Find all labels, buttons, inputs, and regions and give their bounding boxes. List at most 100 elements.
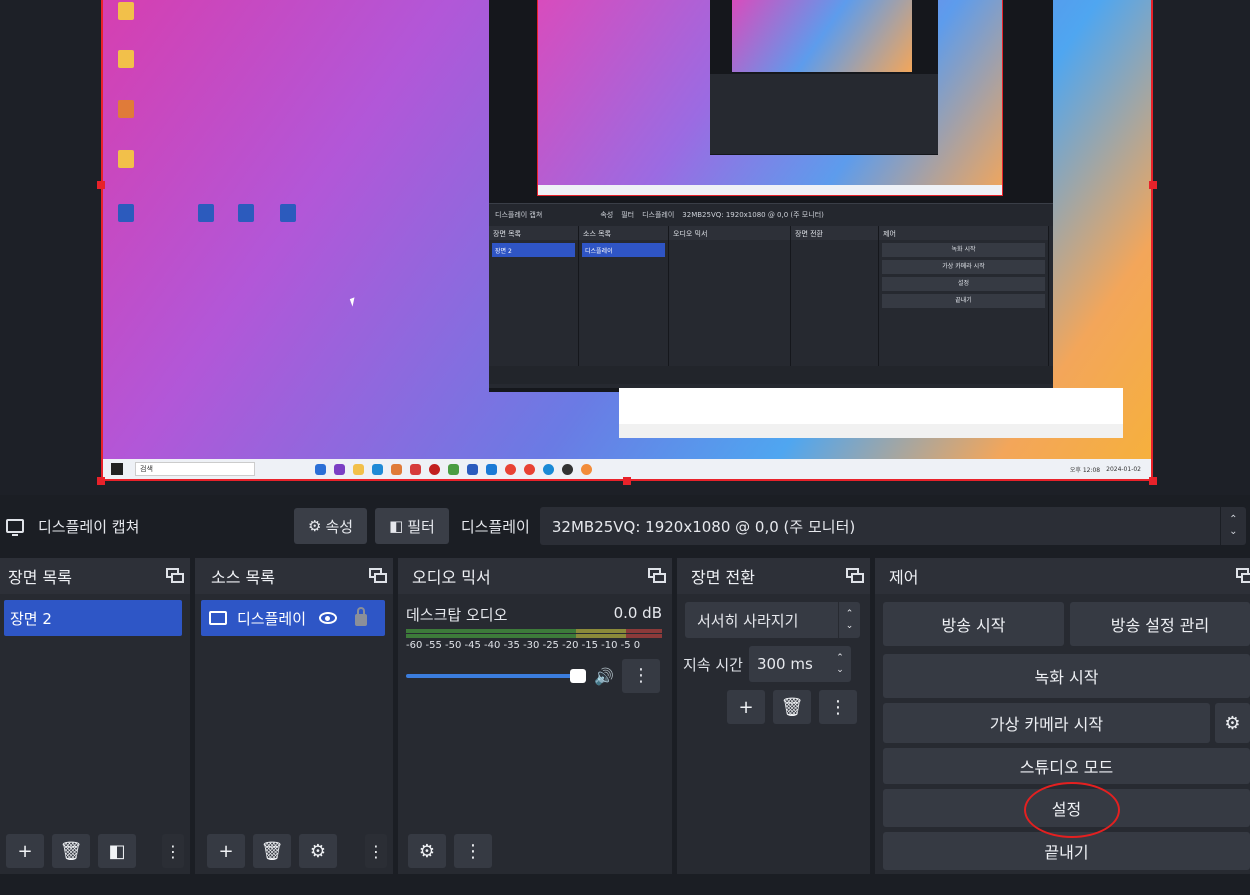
nested-desktop xyxy=(537,0,1003,196)
transition-select[interactable]: 서서히 사라지기 ⌃ ⌄ xyxy=(685,602,860,638)
add-source-button[interactable]: + xyxy=(207,834,245,868)
nested-status-bar xyxy=(489,366,1053,384)
duration-value: 300 ms xyxy=(756,655,813,673)
lock-icon[interactable] xyxy=(355,607,367,626)
sources-dock: 소스 목록 디스플레이 + 🗑 ⚙ ⋮ xyxy=(195,558,393,874)
mouse-pointer-icon xyxy=(349,297,358,307)
transform-handle[interactable] xyxy=(1149,477,1157,485)
undock-icon[interactable] xyxy=(369,568,387,583)
chrome-icon xyxy=(505,463,516,475)
word-document-icon xyxy=(273,204,303,224)
start-virtual-camera-button[interactable]: 가상 카메라 시작 xyxy=(883,703,1210,743)
sources-dock-title: 소스 목록 xyxy=(211,568,275,587)
source-item[interactable]: 디스플레이 xyxy=(201,600,385,636)
chevron-updown-icon: ⌃ ⌄ xyxy=(838,602,860,638)
filters-button[interactable]: ◧ 필터 xyxy=(375,508,449,544)
dots-icon: ⋮ xyxy=(165,841,181,861)
plus-icon: + xyxy=(17,840,33,862)
duration-label: 지속 시간 xyxy=(683,655,743,674)
undock-icon[interactable] xyxy=(1236,568,1250,583)
undock-icon[interactable] xyxy=(648,568,666,583)
scene-item[interactable]: 장면 2 xyxy=(4,600,182,636)
transform-handle[interactable] xyxy=(1149,181,1157,189)
display-select-value: 32MB25VQ: 1920x1080 @ 0,0 (주 모니터) xyxy=(551,518,856,536)
eye-icon[interactable] xyxy=(319,612,337,624)
record-app-icon xyxy=(429,463,440,475)
remove-source-button[interactable]: 🗑 xyxy=(253,834,291,868)
transitions-dock: 장면 전환 서서히 사라지기 ⌃ ⌄ 지속 시간 300 ms ⌃ ⌄ + 🗑 ⋮ xyxy=(677,558,870,874)
remove-transition-button[interactable]: 🗑 xyxy=(773,690,811,724)
filter-icon: ◧ xyxy=(389,517,404,535)
transform-handle[interactable] xyxy=(623,477,631,485)
gear-icon: ⚙ xyxy=(1224,712,1241,734)
sources-dock-header: 소스 목록 xyxy=(195,558,393,594)
studio-mode-button[interactable]: 스튜디오 모드 xyxy=(883,748,1250,784)
mixer-more-button[interactable]: ⋮ xyxy=(454,834,492,868)
virtual-camera-config-button[interactable]: ⚙ xyxy=(1215,703,1250,743)
scenes-dock: 장면 목록 장면 2 + 🗑 ◧ ⋮ xyxy=(0,558,190,874)
nested-exit-btn: 끝내기 xyxy=(882,294,1045,308)
word-document-icon xyxy=(231,204,261,224)
filter-icon: ◧ xyxy=(108,840,126,862)
monitor-icon xyxy=(6,519,24,536)
remove-scene-button[interactable]: 🗑 xyxy=(52,834,90,868)
display-select[interactable]: 32MB25VQ: 1920x1080 @ 0,0 (주 모니터) ⌃ ⌄ xyxy=(539,507,1246,545)
start-recording-button[interactable]: 녹화 시작 xyxy=(883,654,1250,698)
nested-scenes: 장면 목록 장면 2 xyxy=(489,226,579,366)
edge-icon xyxy=(315,463,326,475)
preview-area[interactable]: 디스플레이 캡쳐 속성 필터 디스플레이 32MB25VQ: 1920x1080… xyxy=(0,0,1250,495)
nested-sources: 소스 목록 디스플레이 xyxy=(579,226,669,366)
exit-button[interactable]: 끝내기 xyxy=(883,832,1250,870)
speaker-icon[interactable]: 🔊 xyxy=(594,667,614,686)
app-icon xyxy=(410,463,421,475)
dots-icon: ⋮ xyxy=(368,841,384,861)
scenes-toolbar: + 🗑 ◧ ⋮ xyxy=(0,828,190,874)
windows-start-icon xyxy=(111,463,123,475)
transition-select-value: 서서히 사라지기 xyxy=(697,611,799,630)
scene-filters-button[interactable]: ◧ xyxy=(98,834,136,868)
trash-icon: 🗑 xyxy=(260,840,284,862)
transform-handle[interactable] xyxy=(97,477,105,485)
taskbar-search: 검색 xyxy=(135,462,255,476)
undock-icon[interactable] xyxy=(846,568,864,583)
volume-slider[interactable] xyxy=(406,669,586,683)
nested-scenes-title: 장면 목록 xyxy=(489,226,578,240)
properties-button[interactable]: ⚙ 속성 xyxy=(294,508,368,544)
gear-icon: ⚙ xyxy=(309,840,327,862)
mixer-dock-title: 오디오 믹서 xyxy=(412,568,491,587)
add-scene-button[interactable]: + xyxy=(6,834,44,868)
transform-handle[interactable] xyxy=(97,181,105,189)
nested-vcam-btn: 가상 카메라 시작 xyxy=(882,260,1045,274)
dots-icon: ⋮ xyxy=(464,840,482,862)
advanced-audio-button[interactable]: ⚙ xyxy=(408,834,446,868)
spin-arrows-icon[interactable]: ⌃ ⌄ xyxy=(829,646,851,682)
nested-transitions: 장면 전환 xyxy=(791,226,879,366)
scenes-more-button[interactable]: ⋮ xyxy=(162,834,184,868)
mixer-channel-name: 데스크탑 오디오 xyxy=(406,606,508,624)
add-transition-button[interactable]: + xyxy=(727,690,765,724)
duration-spinbox[interactable]: 300 ms ⌃ ⌄ xyxy=(748,646,851,682)
start-streaming-button[interactable]: 방송 시작 xyxy=(883,602,1064,646)
obs-window: 디스플레이 캡쳐 속성 필터 디스플레이 32MB25VQ: 1920x1080… xyxy=(0,0,1250,895)
sources-more-button[interactable]: ⋮ xyxy=(365,834,387,868)
settings-button[interactable]: 설정 xyxy=(883,789,1250,827)
mixer-channel-level: 0.0 dB xyxy=(613,604,662,622)
chevron-updown-icon: ⌃ ⌄ xyxy=(1219,507,1246,545)
app-icon xyxy=(448,463,459,475)
audio-mixer-dock: 오디오 믹서 데스크탑 오디오 0.0 dB -60 -55 -50 -45 -… xyxy=(398,558,672,874)
desktop-capture-preview[interactable]: 디스플레이 캡쳐 속성 필터 디스플레이 32MB25VQ: 1920x1080… xyxy=(101,0,1153,481)
stream-settings-button[interactable]: 방송 설정 관리 xyxy=(1070,602,1250,646)
context-bar: 디스플레이 캡쳐 ⚙ 속성 ◧ 필터 디스플레이 32MB25VQ: 1920x… xyxy=(0,503,1250,549)
scenes-dock-header: 장면 목록 xyxy=(0,558,190,594)
undock-icon[interactable] xyxy=(166,568,184,583)
volume-slider-knob[interactable] xyxy=(570,669,586,683)
mixer-channel-menu-button[interactable]: ⋮ xyxy=(622,659,660,693)
sources-toolbar: + 🗑 ⚙ ⋮ xyxy=(195,828,393,874)
source-properties-button[interactable]: ⚙ xyxy=(299,834,337,868)
store-icon xyxy=(372,463,383,475)
desktop-folder-icon xyxy=(111,50,141,70)
explorer-icon xyxy=(353,463,364,475)
transition-more-button[interactable]: ⋮ xyxy=(819,690,857,724)
desktop-taskbar: 검색 오후 12:08 2024-01-02 xyxy=(103,459,1151,479)
desktop-folder-icon xyxy=(111,100,141,120)
